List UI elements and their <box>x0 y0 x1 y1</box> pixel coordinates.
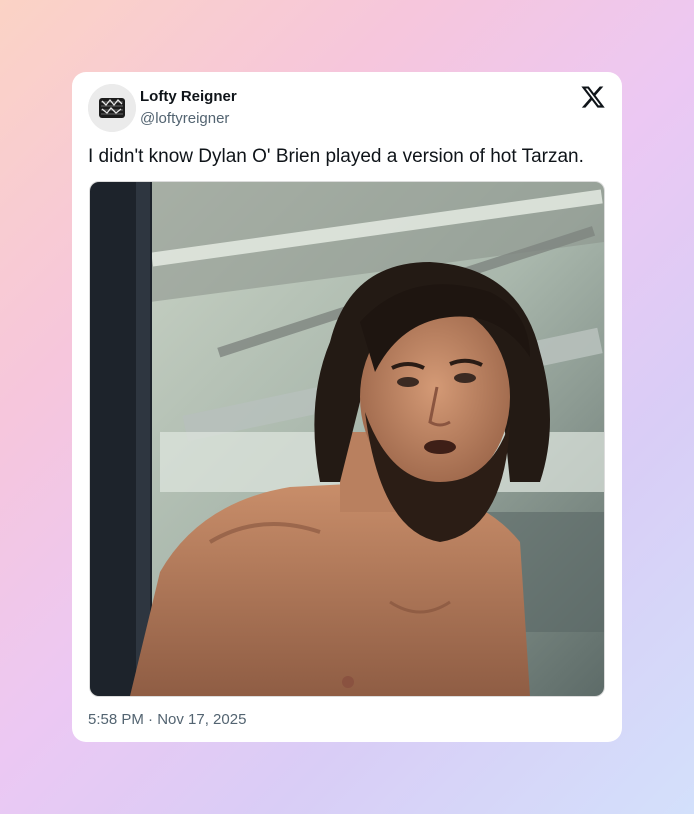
author-handle[interactable]: @loftyreigner <box>140 110 229 127</box>
tweet-text: I didn't know Dylan O' Brien played a ve… <box>88 146 584 167</box>
avatar-logo-icon <box>88 84 136 132</box>
tweet-media-image[interactable] <box>89 181 605 697</box>
tweet-card: Lofty Reigner @loftyreigner I didn't kno… <box>72 72 622 742</box>
photo-icon <box>90 182 604 696</box>
avatar[interactable] <box>88 84 136 132</box>
x-logo-icon[interactable] <box>580 84 606 110</box>
author-display-name[interactable]: Lofty Reigner <box>140 88 237 105</box>
tweet-timestamp[interactable]: 5:58 PM · Nov 17, 2025 <box>88 711 246 728</box>
